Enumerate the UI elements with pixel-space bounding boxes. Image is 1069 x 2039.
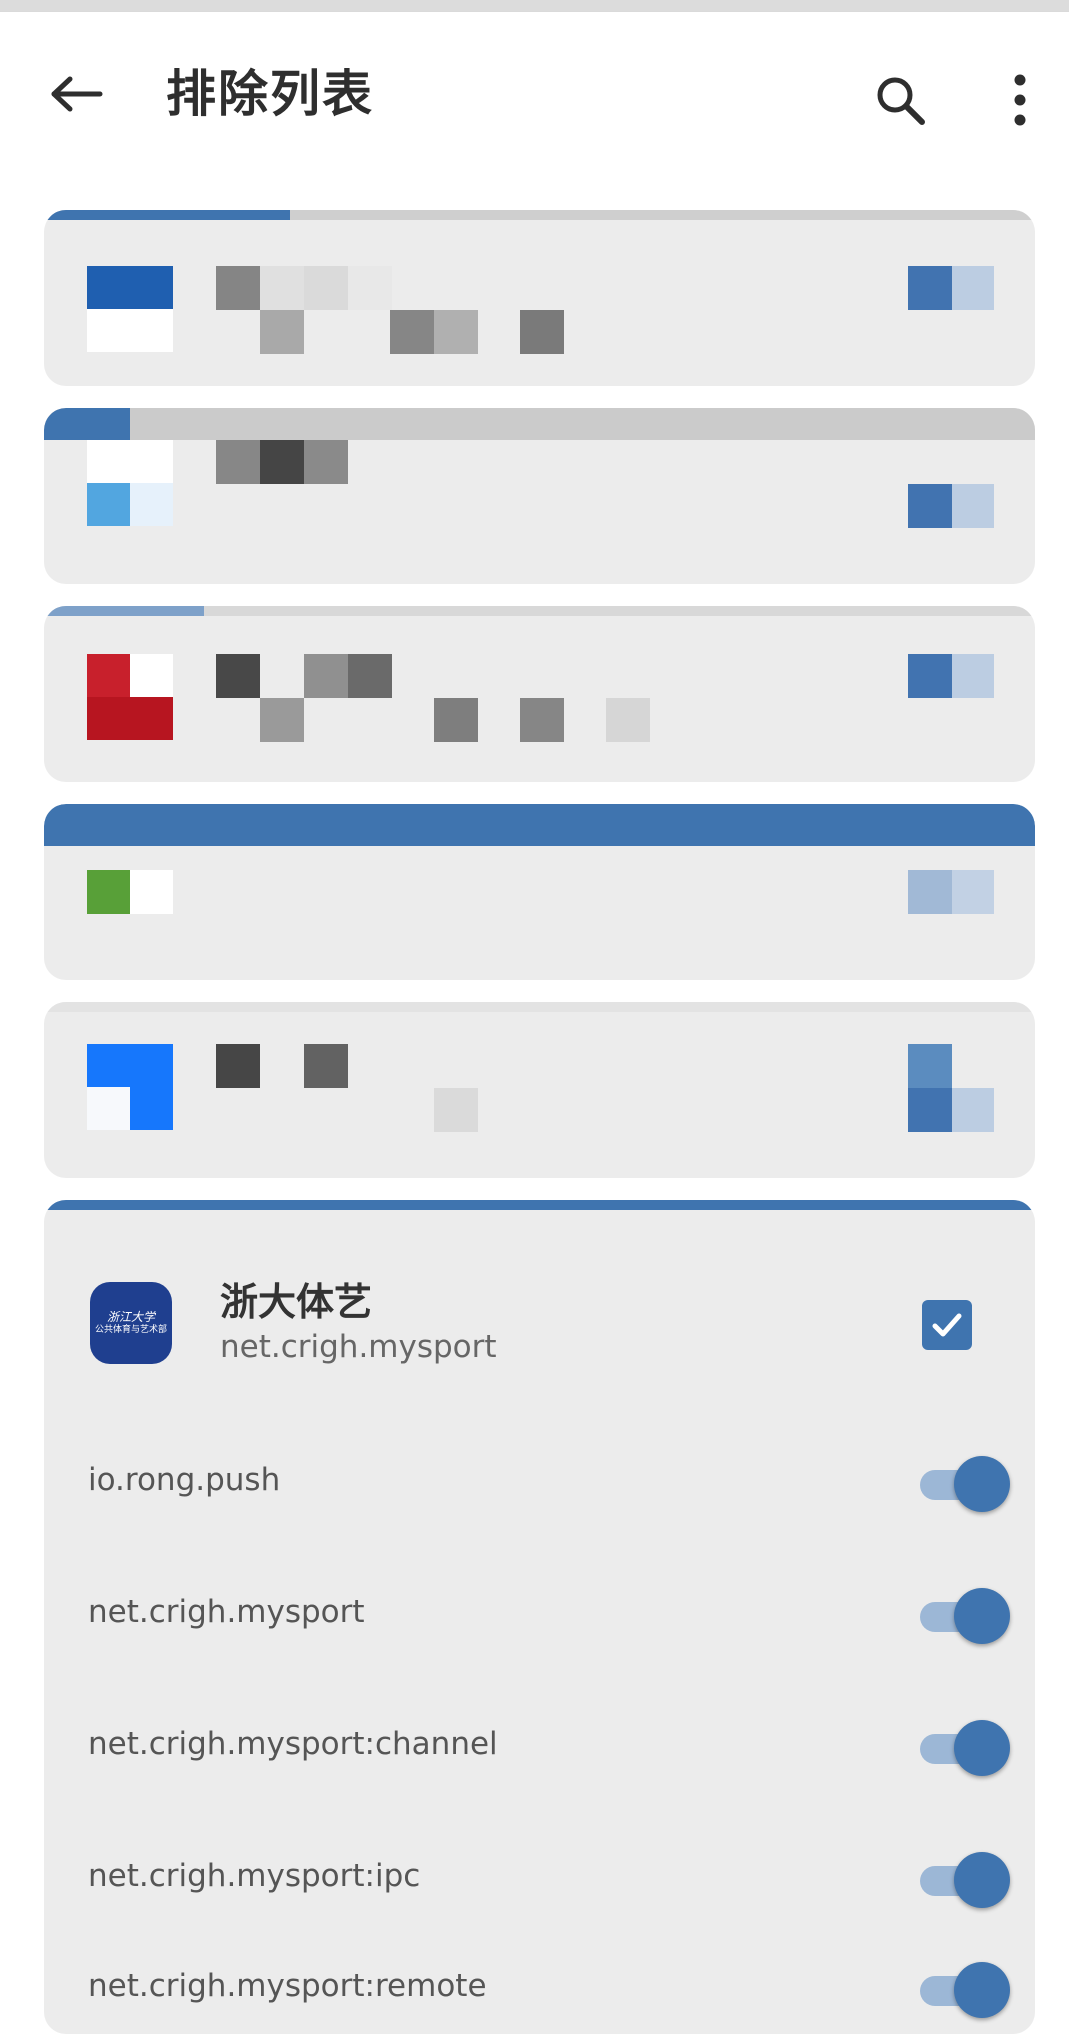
app-card-obscured[interactable] [44, 606, 1035, 782]
process-toggle[interactable] [916, 1718, 1012, 1778]
search-icon [877, 77, 925, 125]
more-options-button[interactable] [990, 62, 1050, 138]
app-name: 浙大体艺 [220, 1280, 373, 1324]
page-title: 排除列表 [166, 65, 374, 123]
status-bar [0, 0, 1069, 12]
process-toggle[interactable] [916, 1850, 1012, 1910]
process-toggle[interactable] [916, 1960, 1012, 2020]
process-name: net.crigh.mysport:channel [88, 1726, 498, 1762]
process-row[interactable]: io.rong.push [44, 1416, 1035, 1548]
exclusion-list: 浙江大学 公共体育与艺术部 浙大体艺 net.crigh.mysport io.… [0, 164, 1069, 2039]
checkbox-obscured[interactable] [908, 484, 994, 528]
progress-bar [44, 1200, 1035, 1210]
process-row[interactable]: net.crigh.mysport:ipc [44, 1812, 1035, 1944]
app-icon-obscured [87, 654, 173, 740]
app-icon-text: 浙江大学 [106, 1310, 155, 1324]
checkbox-obscured[interactable] [908, 266, 994, 310]
app-checkbox[interactable] [922, 1300, 972, 1350]
app-icon-obscured [87, 266, 173, 352]
app-icon: 浙江大学 公共体育与艺术部 [90, 1282, 172, 1364]
checkbox-obscured[interactable] [908, 1044, 994, 1132]
process-name: net.crigh.mysport:ipc [88, 1858, 421, 1894]
search-button[interactable] [862, 62, 938, 138]
app-bar: 排除列表 [0, 12, 1069, 165]
checkbox-obscured[interactable] [908, 870, 994, 914]
app-icon-obscured [87, 1044, 173, 1130]
app-card-obscured[interactable] [44, 408, 1035, 584]
app-package-name: net.crigh.mysport [220, 1329, 497, 1365]
process-row[interactable]: net.crigh.mysport:remote [44, 1944, 1035, 2034]
process-row[interactable]: net.crigh.mysport:channel [44, 1680, 1035, 1812]
app-card-expanded: 浙江大学 公共体育与艺术部 浙大体艺 net.crigh.mysport io.… [44, 1200, 1035, 2034]
app-icon-subtext: 公共体育与艺术部 [94, 1325, 167, 1335]
checkbox-obscured[interactable] [908, 654, 994, 698]
arrow-left-icon [51, 76, 103, 112]
back-button[interactable] [38, 56, 114, 132]
app-card-obscured[interactable] [44, 804, 1035, 980]
process-toggle[interactable] [916, 1454, 1012, 1514]
process-name: net.crigh.mysport:remote [88, 1968, 487, 2004]
more-vertical-icon [1014, 74, 1026, 126]
app-card-obscured[interactable] [44, 210, 1035, 386]
process-row[interactable]: net.crigh.mysport [44, 1548, 1035, 1680]
app-icon-obscured [87, 440, 173, 526]
app-card-obscured[interactable] [44, 1002, 1035, 1178]
process-name: io.rong.push [88, 1462, 281, 1498]
process-name: net.crigh.mysport [88, 1594, 365, 1630]
checkmark-icon [932, 1313, 962, 1337]
process-toggle[interactable] [916, 1586, 1012, 1646]
app-icon-obscured [87, 870, 173, 914]
